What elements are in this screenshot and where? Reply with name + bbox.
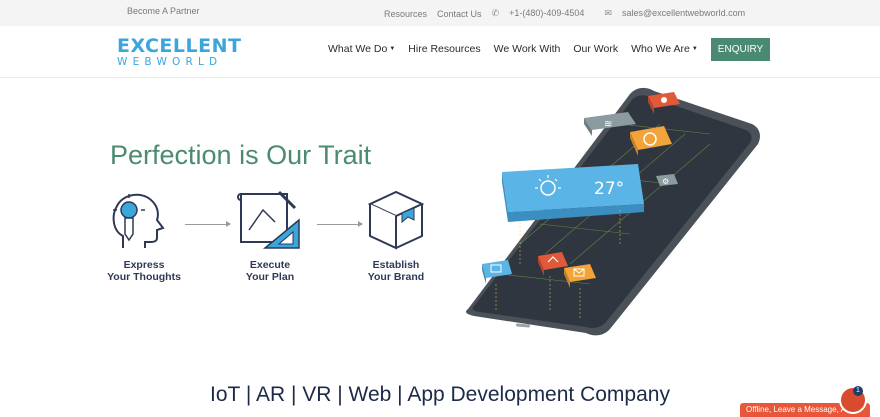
weather-widget: 27° <box>502 164 644 222</box>
nav-label: What We Do <box>328 43 388 55</box>
phone-link[interactable]: ✆ +1-(480)-409-4504 <box>492 8 595 19</box>
phone-number: +1-(480)-409-4504 <box>509 8 585 18</box>
logo-line1: EXCELLENT <box>117 35 242 57</box>
step-label-establish: Establish Your Brand <box>341 259 451 283</box>
head-bulb-icon <box>112 193 165 248</box>
enquiry-button[interactable]: ENQUIRY <box>711 38 770 61</box>
step-line1: Establish <box>372 259 420 271</box>
nav-label: We Work With <box>493 43 561 55</box>
nav-item-hire-resources[interactable]: Hire Resources <box>408 43 480 55</box>
nav-menu: What We Do ▼ Hire Resources We Work With … <box>328 43 711 55</box>
become-partner-link[interactable]: Become A Partner <box>127 6 200 16</box>
top-utility-bar: Become A Partner Resources Contact Us ✆ +… <box>0 0 880 26</box>
nav-item-who-we-are[interactable]: Who We Are ▼ <box>631 43 698 55</box>
mail-icon: ✉ <box>604 8 612 18</box>
svg-text:⚙: ⚙ <box>662 177 669 186</box>
site-logo[interactable]: EXCELLENT WEBWORLD <box>117 37 241 68</box>
logo-line2: WEBWORLD <box>117 56 223 68</box>
email-link[interactable]: ✉ sales@excellentwebworld.com <box>604 8 755 19</box>
top-links: Resources Contact Us ✆ +1-(480)-409-4504 … <box>384 8 765 19</box>
weather-temp: 27° <box>594 179 624 199</box>
gear-tile: ⚙ <box>656 174 678 186</box>
chat-notification-badge: 1 <box>853 386 863 396</box>
step-line1: Express <box>123 259 165 271</box>
step-line2: Your Plan <box>245 271 295 283</box>
nav-item-our-work[interactable]: Our Work <box>573 43 618 55</box>
nav-label: Our Work <box>573 43 619 55</box>
phone-icon: ✆ <box>491 8 500 18</box>
step-line2: Your Brand <box>367 271 425 283</box>
svg-text:≋: ≋ <box>604 119 612 130</box>
step-arrow <box>317 221 363 227</box>
phone-illustration: ≋ 27° ⚙ <box>466 87 760 336</box>
hero-title: Perfection is Our Trait <box>110 140 372 170</box>
blueprint-icon <box>237 190 300 249</box>
contact-link[interactable]: Contact Us <box>437 9 482 19</box>
step-arrow <box>185 221 231 227</box>
chevron-down-icon: ▼ <box>691 46 698 53</box>
email-address: sales@excellentwebworld.com <box>621 8 746 18</box>
resources-link[interactable]: Resources <box>384 9 427 19</box>
step-line1: Execute <box>249 259 291 271</box>
step-line2: Your Thoughts <box>107 271 181 283</box>
box-icon <box>367 190 425 250</box>
nav-item-what-we-do[interactable]: What We Do ▼ <box>328 43 395 55</box>
nav-label: Who We Are <box>631 43 690 55</box>
nav-label: Hire Resources <box>408 43 481 55</box>
chevron-down-icon: ▼ <box>389 46 396 53</box>
step-label-express: Express Your Thoughts <box>89 259 199 283</box>
step-label-execute: Execute Your Plan <box>215 259 325 283</box>
nav-item-we-work-with[interactable]: We Work With <box>494 43 561 55</box>
